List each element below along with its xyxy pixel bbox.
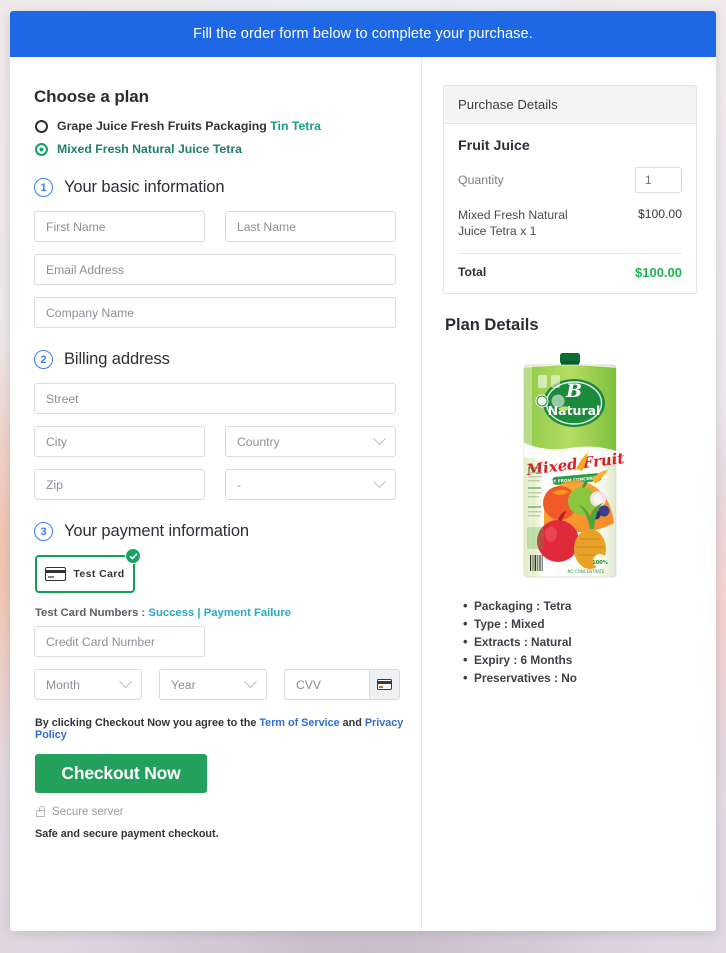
zip-input[interactable]: Zip: [34, 469, 205, 500]
divider: [458, 252, 682, 254]
expiry-month-select[interactable]: Month: [34, 669, 142, 700]
email-row: Email Address: [34, 254, 404, 285]
company-name-input[interactable]: Company Name: [34, 297, 396, 328]
quantity-row: Quantity 1: [458, 167, 682, 193]
svg-text:100%: 100%: [592, 560, 607, 566]
juice-tetra-pack-illustration: B Natural Mixed Fruit NOT FROM CONCENTRA…: [523, 352, 625, 578]
total-amount: $100.00: [635, 264, 682, 280]
line-item-name: Mixed Fresh Natural Juice Tetra x 1: [458, 208, 568, 239]
country-select-value: Country: [237, 434, 280, 449]
svg-text:B: B: [565, 380, 582, 402]
state-select[interactable]: -: [225, 469, 396, 500]
year-select-value: Year: [171, 677, 196, 692]
radio-selected-icon[interactable]: [35, 142, 48, 156]
last-name-input[interactable]: Last Name: [225, 211, 396, 242]
credit-card-row: Credit Card Number: [34, 626, 404, 657]
cvv-help-button[interactable]: [369, 669, 400, 700]
cvv-group: CVV: [284, 669, 400, 700]
quantity-label: Quantity: [458, 173, 504, 187]
step-title: Your basic information: [64, 178, 225, 196]
plan-option-label: Mixed Fresh Natural Juice Tetra: [57, 142, 242, 156]
step-title: Your payment information: [64, 522, 250, 540]
step-title: Billing address: [64, 350, 170, 368]
step-basic-information: 1 Your basic information: [34, 178, 404, 197]
credit-card-number-input[interactable]: Credit Card Number: [34, 626, 205, 657]
chevron-down-icon: [373, 432, 386, 446]
street-input[interactable]: Street: [34, 383, 396, 414]
city-country-row: City Country: [34, 426, 404, 457]
expiry-cvv-row: Month Year CVV: [34, 669, 404, 700]
zip-state-row: Zip -: [34, 469, 404, 500]
quantity-input[interactable]: 1: [635, 167, 682, 193]
email-input[interactable]: Email Address: [34, 254, 396, 285]
checkout-now-button[interactable]: Checkout Now: [35, 754, 207, 793]
purchase-details-panel: Purchase Details Fruit Juice Quantity 1 …: [443, 85, 697, 294]
cvv-input[interactable]: CVV: [284, 669, 369, 700]
total-row: Total $100.00: [458, 265, 682, 280]
list-item: Packaging : Tetra: [463, 598, 697, 613]
first-name-input[interactable]: First Name: [34, 211, 205, 242]
link-separator: |: [194, 607, 204, 619]
purchase-details-header: Purchase Details: [444, 86, 696, 124]
choose-plan-heading: Choose a plan: [34, 87, 149, 106]
country-select[interactable]: Country: [225, 426, 396, 457]
city-input[interactable]: City: [34, 426, 205, 457]
product-name: Fruit Juice: [458, 138, 530, 154]
card-body: Choose a plan Grape Juice Fresh Fruits P…: [10, 57, 716, 931]
card-back-icon: [377, 679, 392, 690]
lock-icon: [36, 806, 45, 817]
product-image: B Natural Mixed Fruit NOT FROM CONCENTRA…: [443, 351, 697, 579]
step-billing-address: 2 Billing address: [34, 350, 404, 369]
svg-text:NO CONCENTRATE: NO CONCENTRATE: [567, 569, 605, 574]
plan-option-grape-juice[interactable]: Grape Juice Fresh Fruits Packaging Tin T…: [35, 119, 404, 133]
line-item-amount: $100.00: [637, 207, 682, 221]
company-row: Company Name: [34, 297, 404, 328]
terms-middle: and: [339, 717, 365, 729]
summary-column: Purchase Details Fruit Juice Quantity 1 …: [422, 57, 715, 931]
list-item: Type : Mixed: [463, 616, 697, 631]
chevron-down-icon: [373, 475, 386, 489]
check-circle-icon: [125, 548, 141, 564]
test-card-note-prefix: Test Card Numbers :: [35, 607, 149, 619]
name-row: First Name Last Name: [34, 211, 404, 242]
plan-feature-list: Packaging : Tetra Type : Mixed Extracts …: [443, 598, 697, 685]
chevron-down-icon: [244, 675, 257, 689]
credit-card-icon: [45, 567, 67, 581]
step-number-badge: 1: [34, 178, 53, 197]
list-item: Extracts : Natural: [463, 634, 697, 649]
banner-text: Fill the order form below to complete yo…: [193, 26, 533, 42]
state-select-value: -: [237, 477, 242, 492]
safe-checkout-note: Safe and secure payment checkout.: [35, 828, 219, 840]
purchase-details-body: Fruit Juice Quantity 1 Mixed Fresh Natur…: [444, 124, 696, 293]
test-card-numbers-note: Test Card Numbers : Success | Payment Fa…: [35, 607, 404, 619]
list-item: Expiry : 6 Months: [463, 652, 697, 667]
success-card-link[interactable]: Success: [148, 607, 194, 619]
test-card-label: Test Card: [73, 568, 125, 580]
expiry-year-select[interactable]: Year: [159, 669, 267, 700]
radio-unselected-icon[interactable]: [35, 119, 48, 133]
chevron-down-icon: [119, 675, 132, 689]
step-number-badge: 2: [34, 350, 53, 369]
street-row: Street: [34, 383, 404, 414]
secure-server-notice: Secure server: [36, 806, 404, 818]
plan-details-title: Plan Details: [445, 315, 539, 334]
terms-prefix: By clicking Checkout Now you agree to th…: [35, 717, 260, 729]
step-number-badge: 3: [34, 522, 53, 541]
month-select-value: Month: [46, 677, 80, 692]
test-card-method-tile[interactable]: Test Card: [35, 548, 141, 593]
plan-option-label: Grape Juice Fresh Fruits Packaging Tin T…: [57, 119, 322, 133]
plan-option-mixed-juice[interactable]: Mixed Fresh Natural Juice Tetra: [35, 142, 404, 156]
total-label: Total: [458, 265, 487, 280]
payment-failure-card-link[interactable]: Payment Failure: [204, 607, 291, 619]
terms-of-service-link[interactable]: Term of Service: [259, 717, 339, 729]
secure-server-label: Secure server: [52, 806, 124, 818]
terms-notice: By clicking Checkout Now you agree to th…: [35, 717, 404, 741]
order-form-column: Choose a plan Grape Juice Fresh Fruits P…: [10, 57, 422, 931]
checkout-card: Fill the order form below to complete yo…: [10, 11, 716, 931]
list-item: Preservatives : No: [463, 670, 697, 685]
top-banner: Fill the order form below to complete yo…: [10, 11, 716, 57]
plan-option-accent: Tin Tetra: [270, 119, 322, 133]
line-item: Mixed Fresh Natural Juice Tetra x 1 $100…: [458, 207, 682, 240]
step-payment-information: 3 Your payment information: [34, 522, 404, 541]
